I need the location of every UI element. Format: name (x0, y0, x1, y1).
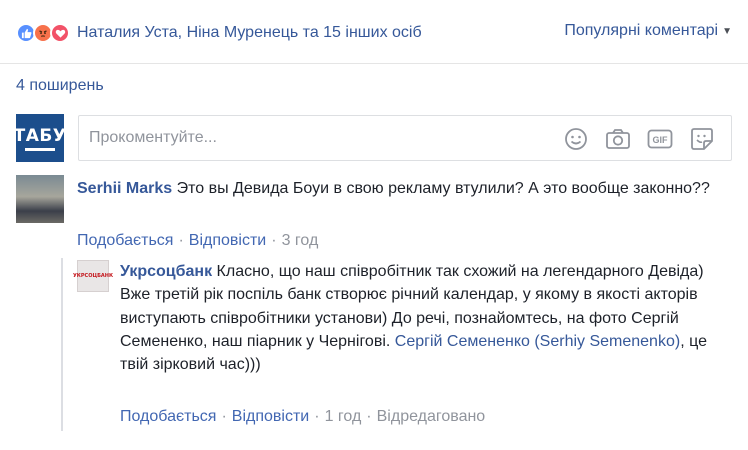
comment-actions: Подобається · Відповісти · 3 год (77, 232, 318, 250)
separator: · (366, 408, 372, 425)
reply-timestamp[interactable]: 1 год (325, 408, 362, 425)
comment-author[interactable]: Serhii Marks (77, 180, 172, 197)
reactors-joiner: та (298, 24, 324, 41)
comment-input[interactable]: Прокоментуйте... GIF (78, 115, 732, 161)
separator: · (178, 232, 184, 249)
camera-icon[interactable] (605, 126, 631, 152)
divider (0, 63, 748, 64)
avatar-logo-text: ТАБУ (13, 125, 67, 146)
avatar-logo-underline (25, 147, 55, 151)
reply-like-button[interactable]: Подобається (120, 408, 216, 425)
separator: · (314, 408, 320, 425)
reply-author[interactable]: Укрсоцбанк (120, 263, 212, 280)
chevron-down-icon[interactable]: ▼ (722, 26, 732, 37)
sort-label[interactable]: Популярні коментарі (564, 22, 718, 40)
comment-body: Serhii Marks Это вы Девида Боуи в свою р… (77, 177, 717, 200)
comment-composer: ТАБУ Прокоментуйте... GIF (13, 113, 732, 163)
like-button[interactable]: Подобається (77, 232, 173, 249)
sort-dropdown[interactable]: Популярні коментарі ▼ (564, 22, 732, 40)
reactors-others[interactable]: 15 інших осіб (323, 24, 421, 41)
love-icon[interactable] (50, 23, 70, 43)
reactors-text[interactable]: Наталия Уста, Ніна Муренець та 15 інших … (77, 24, 422, 42)
edited-label[interactable]: Відредаговано (377, 408, 486, 425)
reply-actions: Подобається · Відповісти · 1 год · Відредагова… (120, 408, 485, 426)
gif-icon[interactable]: GIF (647, 126, 673, 152)
comment-placeholder: Прокоментуйте... (89, 129, 217, 146)
separator: · (221, 408, 227, 425)
reactors-names[interactable]: Наталия Уста, Ніна Муренець (77, 24, 298, 41)
sticker-icon[interactable] (689, 126, 715, 152)
comment-timestamp[interactable]: 3 год (282, 232, 319, 249)
reply-button[interactable]: Відповісти (189, 232, 266, 249)
bank-logo-text: УКРСОЦБАНК (72, 273, 114, 279)
gif-icon-text: GIF (653, 135, 669, 145)
reply-thread-line (61, 258, 63, 431)
separator: · (271, 232, 277, 249)
emoji-icon[interactable] (563, 126, 589, 152)
comment-text: Это вы Девида Боуи в свою рекламу втулил… (172, 180, 710, 197)
reaction-icons[interactable] (16, 23, 70, 43)
reply-reply-button[interactable]: Відповісти (232, 408, 309, 425)
reply-body: Укрсоцбанк Класно, що наш співробітник т… (120, 260, 720, 376)
reactions-bar: Наталия Уста, Ніна Муренець та 15 інших … (16, 18, 732, 48)
page-avatar[interactable]: ТАБУ (13, 114, 67, 162)
reply-avatar[interactable]: УКРСОЦБАНК (73, 260, 113, 292)
shares-count[interactable]: 4 поширень (16, 77, 104, 95)
avatar[interactable] (16, 175, 64, 223)
reply-mention[interactable]: Сергій Семененко (Serhiy Semenenko) (395, 333, 680, 350)
composer-icons: GIF (563, 126, 715, 152)
